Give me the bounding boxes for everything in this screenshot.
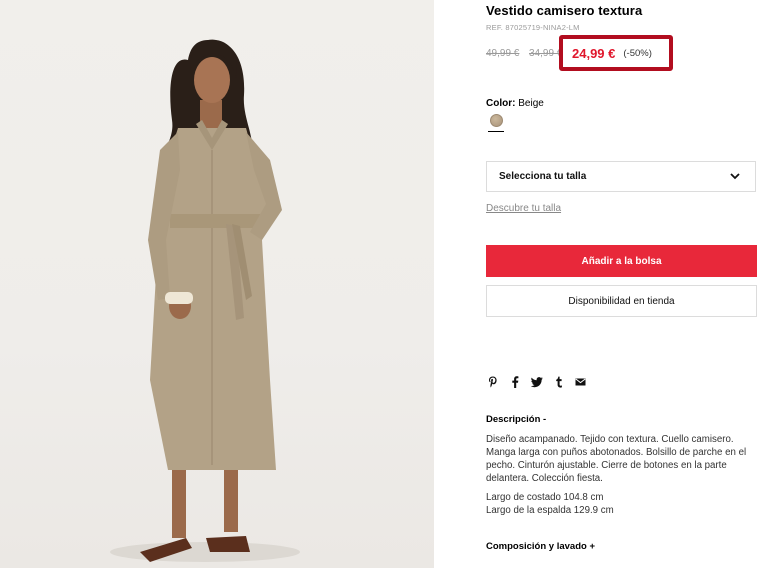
- description-text: Diseño acampanado. Tejido con textura. C…: [486, 434, 747, 484]
- selected-swatch-indicator: [488, 131, 504, 132]
- size-guide-link[interactable]: Descubre tu talla: [486, 203, 561, 214]
- measurement-side-length: Largo de costado 104.8 cm: [486, 492, 604, 503]
- color-swatch-beige[interactable]: [490, 114, 503, 127]
- composition-heading[interactable]: Composición y lavado +: [486, 541, 595, 552]
- product-reference: REF. 87025719-NINA2-LM: [486, 23, 580, 32]
- product-image[interactable]: [0, 0, 434, 568]
- size-dropdown[interactable]: Selecciona tu talla: [486, 161, 756, 192]
- size-dropdown-label: Selecciona tu talla: [499, 171, 587, 182]
- tumblr-icon[interactable]: [552, 375, 565, 389]
- current-price-highlight: 24,99 € (-50%): [559, 35, 673, 71]
- store-availability-button[interactable]: Disponibilidad en tienda: [486, 285, 757, 317]
- previous-price: 34,99 €: [529, 48, 563, 59]
- color-value: Beige: [518, 98, 544, 109]
- model-illustration: [110, 39, 300, 562]
- add-to-bag-button[interactable]: Añadir a la bolsa: [486, 245, 757, 277]
- share-icons: [486, 375, 587, 389]
- color-label-key: Color:: [486, 98, 516, 109]
- chevron-down-icon: [730, 173, 740, 180]
- facebook-icon[interactable]: [508, 375, 521, 389]
- product-title: Vestido camisero textura: [486, 3, 643, 18]
- discount-badge: (-50%): [623, 47, 652, 59]
- email-icon[interactable]: [574, 375, 587, 389]
- pinterest-icon[interactable]: [486, 375, 499, 389]
- product-info-panel: Vestido camisero textura REF. 87025719-N…: [486, 0, 758, 568]
- twitter-icon[interactable]: [530, 375, 543, 389]
- color-label: Color: Beige: [486, 98, 544, 109]
- original-price: 49,99 €: [486, 48, 520, 59]
- description-heading[interactable]: Descripción -: [486, 414, 546, 425]
- measurement-back-length: Largo de la espalda 129.9 cm: [486, 505, 614, 516]
- current-price: 24,99 €: [572, 45, 616, 61]
